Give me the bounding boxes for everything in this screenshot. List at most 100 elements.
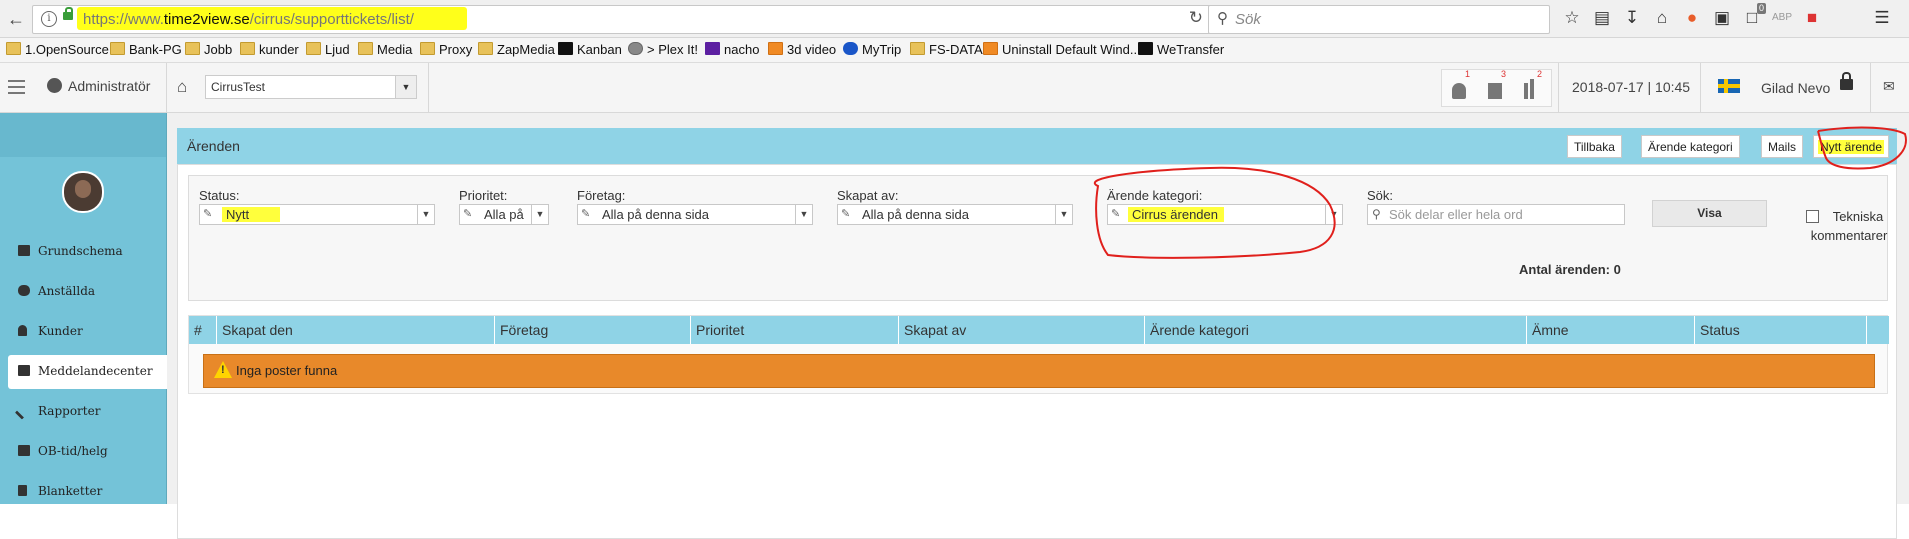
info-icon[interactable]: i [41, 11, 57, 27]
url-path: /cirrus/supporttickets/list/ [249, 11, 414, 28]
documents-counter[interactable]: 3 [1482, 69, 1508, 103]
user-icon [1452, 83, 1466, 99]
company-value: Alla på denna sida [602, 207, 709, 222]
bookmark-item[interactable]: > Plex It! [628, 42, 698, 58]
address-bar[interactable]: i https://www.time2view.se/cirrus/suppor… [32, 5, 1212, 34]
tech-comments-label: Tekniska kommentarer [1810, 209, 1888, 243]
sidebar-item-kunder[interactable]: Kunder [0, 315, 166, 349]
column-header[interactable]: Ärende kategori [1145, 316, 1527, 344]
bookmark-item[interactable]: Ljud [306, 42, 350, 58]
category-select[interactable]: ✎ Cirrus ärenden ▼ [1107, 204, 1343, 225]
reports-counter[interactable]: 2 [1518, 69, 1544, 103]
show-button[interactable]: Visa [1652, 200, 1767, 227]
bookmark-item[interactable]: nacho [705, 42, 759, 58]
url-domain: time2view.se [163, 11, 250, 28]
column-header[interactable]: # [189, 316, 217, 344]
hamburger-menu-icon[interactable] [8, 80, 25, 94]
bookmark-item[interactable]: 1.OpenSource [6, 42, 109, 58]
bookmark-item[interactable]: Uninstall Default Wind... [983, 42, 1141, 58]
sidebar-header [0, 113, 166, 157]
datetime: 2018-07-17 | 10:45 [1572, 79, 1691, 95]
bookmark-item[interactable]: Kanban [558, 42, 622, 58]
users-counter[interactable]: 1 [1446, 69, 1472, 103]
sidebar-item-anstallda[interactable]: Anställda [0, 275, 166, 309]
home-icon[interactable]: ⌂ [177, 77, 187, 97]
kanban-icon [558, 42, 573, 55]
created-by-label: Skapat av: [837, 188, 899, 203]
users-icon [18, 285, 30, 296]
sidebar: Grundschema Anställda Kunder Meddelandec… [0, 113, 168, 504]
created-by-value: Alla på denna sida [862, 207, 969, 222]
mails-button[interactable]: Mails [1761, 135, 1804, 158]
priority-select[interactable]: ✎ Alla på ▼ [459, 204, 549, 225]
yahoo-icon [705, 42, 720, 55]
swedish-flag-icon[interactable] [1718, 79, 1740, 93]
reading-list-icon[interactable]: ▤ [1592, 8, 1612, 28]
bookmark-item[interactable]: ZapMedia [478, 42, 555, 58]
download-icon[interactable]: ↧ [1622, 8, 1642, 28]
pencil-icon: ✎ [203, 208, 213, 220]
category-value: Cirrus ärenden [1128, 207, 1224, 222]
notification-counters: 1 3 2 [1441, 69, 1552, 107]
folder-icon [110, 42, 125, 55]
company-select[interactable]: ✎ Alla på denna sida ▼ [577, 204, 813, 225]
new-ticket-button[interactable]: Nytt ärende [1813, 135, 1890, 158]
notification-icon[interactable]: □ 0 [1742, 3, 1766, 28]
sidebar-item-grundschema[interactable]: Grundschema [0, 235, 166, 269]
bookmark-item[interactable]: kunder [240, 42, 299, 58]
pencil-icon: ✎ [1111, 208, 1121, 220]
url-text[interactable]: https://www.time2view.se/cirrus/supportt… [83, 10, 414, 29]
column-header[interactable]: Prioritet [691, 316, 899, 344]
ticket-category-button[interactable]: Ärende kategori [1641, 135, 1740, 158]
column-header[interactable]: Skapat av [899, 316, 1145, 344]
folder-icon [185, 42, 200, 55]
divider [428, 63, 429, 112]
browser-toolbar: ← i https://www.time2view.se/cirrus/supp… [0, 0, 1909, 38]
envelope-icon [18, 365, 30, 376]
bar-chart-icon [1524, 83, 1528, 99]
chat-icon[interactable]: ✉ [1883, 78, 1895, 95]
created-by-select[interactable]: ✎ Alla på denna sida ▼ [837, 204, 1073, 225]
page-title: Ärenden [187, 138, 240, 154]
bookmark-item[interactable]: Media [358, 42, 412, 58]
bookmark-item[interactable]: FS-DATA [910, 42, 983, 58]
column-header[interactable]: Företag [495, 316, 691, 344]
panel-body: Status: ✎ Nytt ▼ Prioritet: ✎ Alla på ▼ … [177, 164, 1897, 539]
avatar[interactable] [62, 171, 104, 213]
reload-icon[interactable]: ↻ [1189, 8, 1203, 28]
pocket-icon[interactable]: ■ [1802, 8, 1822, 28]
sidebar-item-meddelandecenter[interactable]: Meddelandecenter [8, 355, 168, 389]
status-select[interactable]: ✎ Nytt ▼ [199, 204, 435, 225]
main-content: Ärenden Tillbaka Ärende kategori Mails N… [167, 113, 1909, 539]
sidebar-item-rapporter[interactable]: Rapporter [0, 395, 166, 429]
column-header[interactable]: Skapat den [217, 316, 495, 344]
globe-icon [628, 42, 643, 55]
column-header[interactable]: Status [1695, 316, 1867, 344]
bookmark-item[interactable]: Jobb [185, 42, 232, 58]
folder-icon [240, 42, 255, 55]
user-name[interactable]: Gilad Nevo [1761, 80, 1830, 96]
ticket-search-input[interactable]: ⚲ Sök delar eller hela ord [1367, 204, 1625, 225]
menu-icon[interactable]: ☰ [1872, 8, 1892, 28]
star-icon[interactable]: ☆ [1562, 8, 1582, 28]
client-select[interactable]: CirrusTest ▼ [205, 75, 417, 99]
back-button[interactable]: Tillbaka [1567, 135, 1622, 158]
home-icon[interactable]: ⌂ [1652, 8, 1672, 28]
bookmark-item[interactable]: 3d video [768, 42, 836, 58]
admin-menu[interactable]: Administratör [47, 78, 150, 94]
bookmark-item[interactable]: Proxy [420, 42, 472, 58]
sidebar-item-ob-tid[interactable]: OB-tid/helg [0, 435, 166, 469]
search-label: Sök: [1367, 188, 1394, 203]
uninstall-icon [983, 42, 998, 55]
bookmark-item[interactable]: Bank-PG [110, 42, 182, 58]
extension-icon[interactable]: ▣ [1712, 8, 1732, 28]
category-label: Ärende kategori: [1107, 188, 1203, 203]
bookmark-item[interactable]: WeTransfer [1138, 42, 1224, 58]
column-header[interactable]: Ämne [1527, 316, 1695, 344]
bookmark-item[interactable]: MyTrip [843, 42, 901, 58]
duckduckgo-icon[interactable]: ● [1682, 8, 1702, 28]
back-arrow-icon[interactable]: ← [3, 6, 29, 32]
browser-search-input[interactable]: ⚲ Sök [1208, 5, 1550, 34]
lock-icon[interactable] [1840, 72, 1853, 90]
adblock-icon[interactable]: ABP [1772, 8, 1792, 28]
